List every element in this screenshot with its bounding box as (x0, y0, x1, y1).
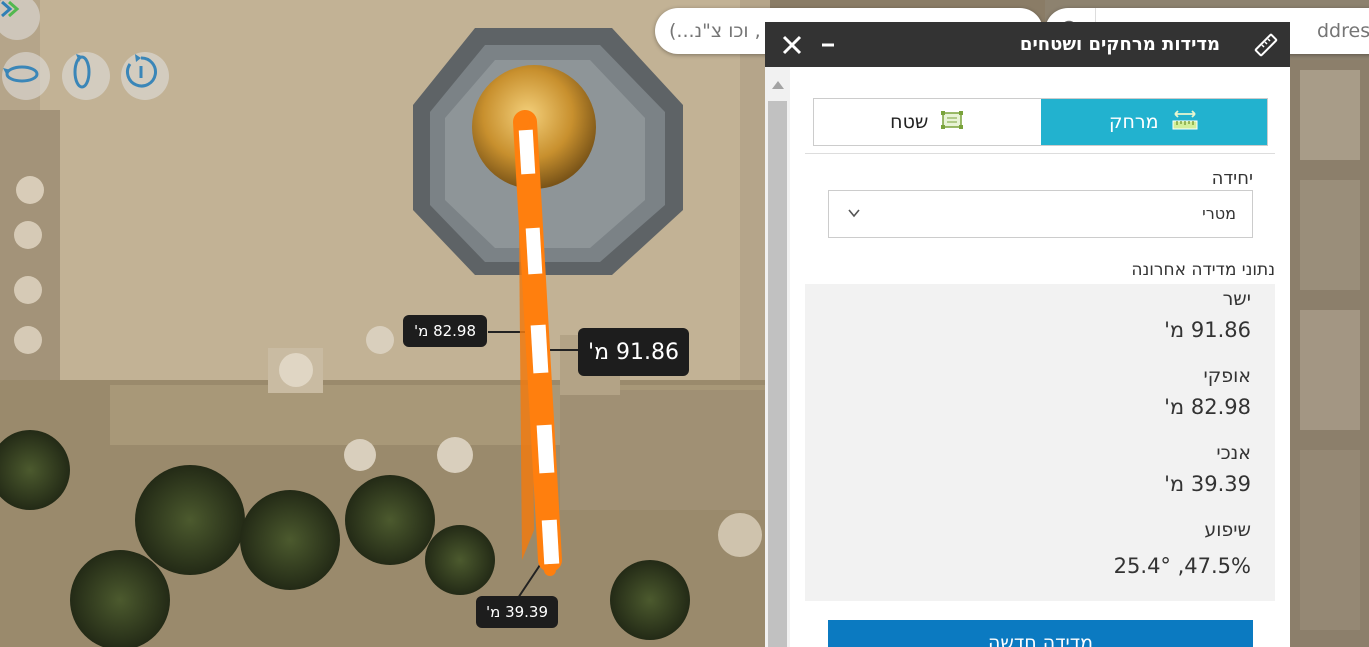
area-icon (940, 108, 964, 137)
panel-title: מדידות מרחקים ושטחים (1019, 34, 1220, 55)
scrollbar-thumb[interactable] (768, 101, 787, 647)
minimize-panel-button[interactable] (815, 22, 841, 67)
tabs-divider (805, 153, 1275, 154)
tab-area[interactable]: שטח (814, 99, 1041, 145)
unit-select-value: מטרי (1202, 204, 1236, 223)
last-measurement-heading: נתוני מדידה אחרונה (1131, 260, 1275, 280)
horizontal-distance-label: 82.98 מ' (403, 315, 487, 347)
minimize-icon (822, 43, 834, 46)
straight-distance-label: 91.86 מ' (578, 328, 689, 376)
panel-header: מדידות מרחקים ושטחים (765, 22, 1290, 67)
heading-view-button[interactable] (121, 52, 169, 100)
rotate-icon (3, 65, 39, 83)
measure-start-point (514, 113, 530, 129)
heading-rotate-icon (126, 54, 157, 88)
horizontal-result-label: אופקי (1203, 365, 1251, 387)
close-icon (782, 35, 802, 54)
double-chevron-right-icon (1, 0, 20, 18)
measurement-results: ישר 91.86 מ' אופקי 82.98 מ' אנכי 39.39 מ… (805, 284, 1275, 601)
panel-scrollbar[interactable] (765, 67, 790, 647)
measure-mode-tabs: שטח מרחק (813, 98, 1268, 146)
close-panel-button[interactable] (777, 22, 807, 67)
tilt-icon (73, 54, 91, 89)
tab-distance[interactable]: מרחק (1040, 99, 1267, 145)
slope-result-label: שיפוע (1204, 519, 1251, 541)
slope-result-value: 25.4° ,47.5% (1113, 554, 1251, 578)
chevron-down-icon (847, 205, 861, 224)
vertical-result-value: 39.39 מ' (1164, 472, 1251, 496)
measure-end-point (544, 564, 556, 576)
rotate-view-button[interactable] (2, 52, 50, 100)
vertical-result-label: אנכי (1216, 442, 1251, 464)
measurement-panel: מדידות מרחקים ושטחים שטח מרחק יחידה מטרי… (765, 22, 1290, 647)
ruler-icon (1252, 31, 1280, 59)
tab-area-label: שטח (890, 111, 929, 133)
tilt-view-button[interactable] (62, 52, 110, 100)
unit-label: יחידה (1211, 168, 1253, 189)
distance-icon (1171, 108, 1199, 137)
unit-select[interactable]: מטרי (828, 190, 1253, 238)
horizontal-result-value: 82.98 מ' (1164, 395, 1251, 419)
tab-distance-label: מרחק (1108, 111, 1159, 133)
vertical-distance-label: 39.39 מ' (476, 596, 558, 628)
straight-result-label: ישר (1222, 288, 1251, 310)
scroll-up-arrow-icon[interactable] (772, 81, 784, 89)
new-measurement-button[interactable]: מדידה חדשה (828, 620, 1253, 647)
straight-result-value: 91.86 מ' (1164, 318, 1251, 342)
